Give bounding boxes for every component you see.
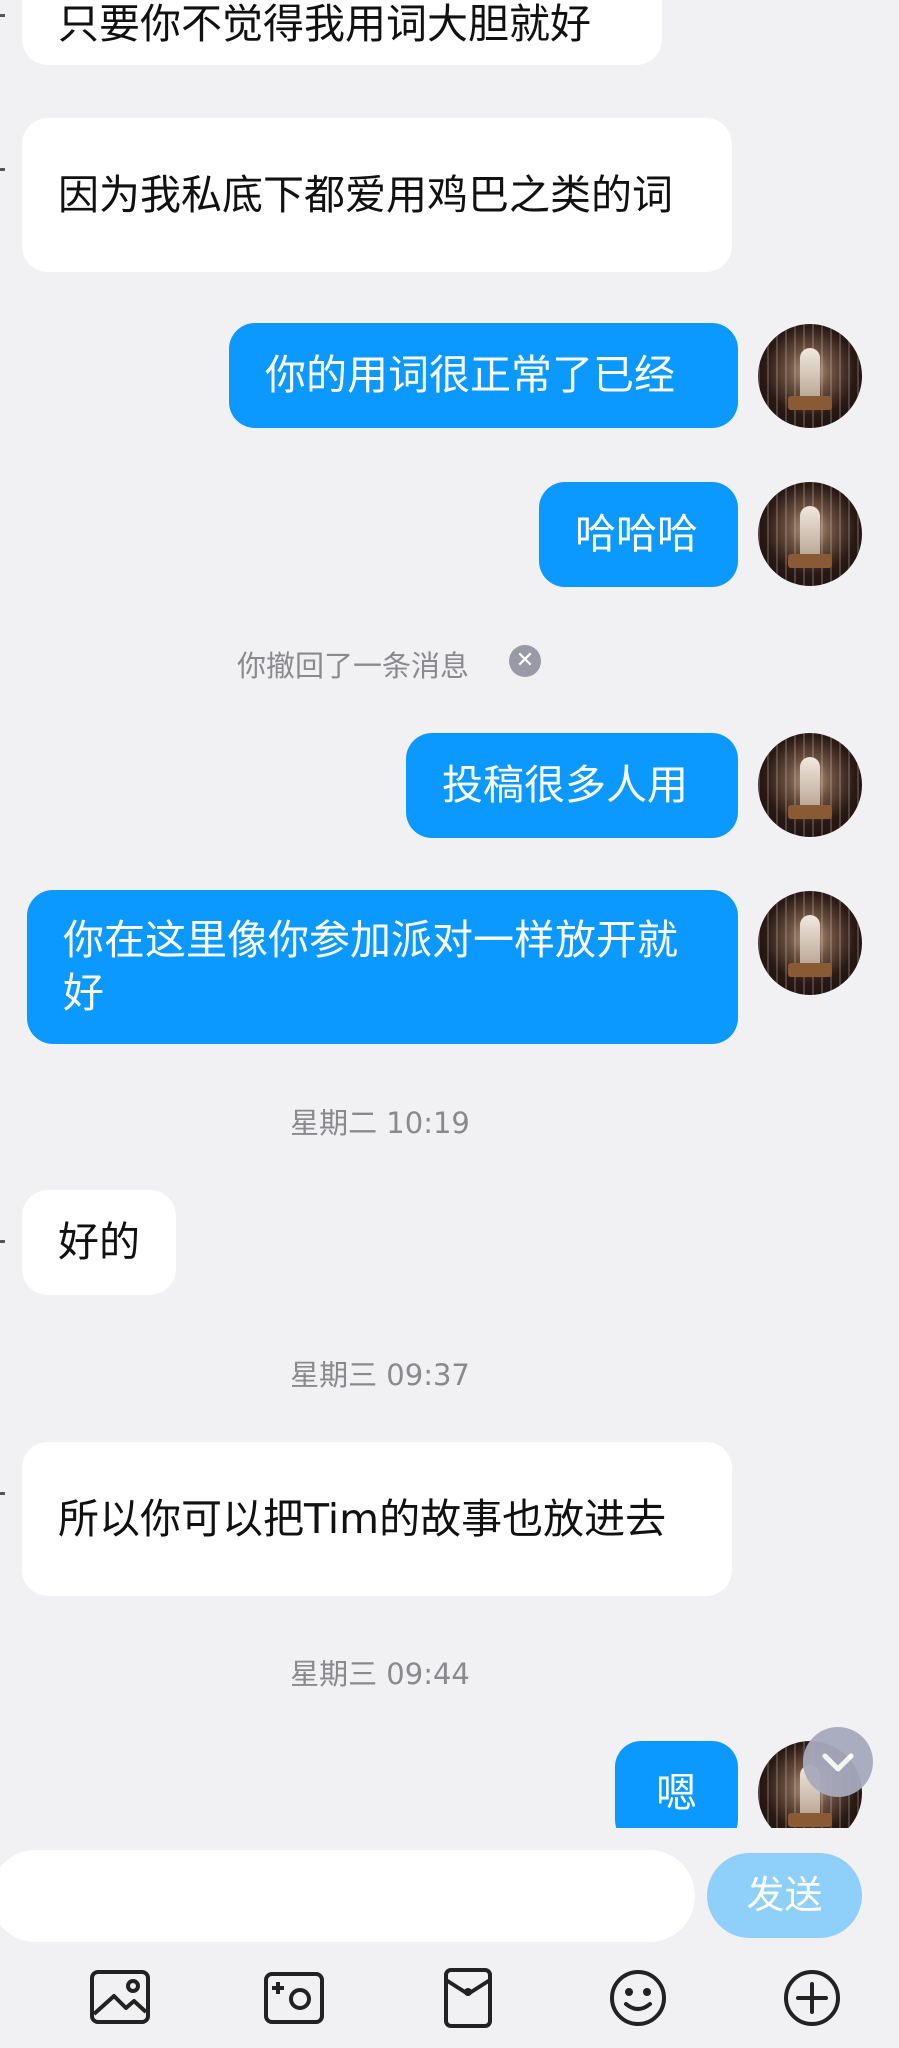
message-text: 所以你可以把Tim的故事也放进去	[58, 1494, 667, 1543]
timestamp: 星期二 10:19	[290, 1106, 470, 1140]
avatar[interactable]	[758, 482, 862, 586]
message-text: 哈哈哈	[575, 510, 698, 558]
close-icon[interactable]: ✕	[509, 645, 541, 677]
camera-icon[interactable]	[262, 1968, 326, 2028]
send-button[interactable]: 发送	[707, 1853, 862, 1938]
image-icon[interactable]	[88, 1968, 152, 2028]
message-bubble-outgoing[interactable]: 哈哈哈	[539, 482, 738, 587]
message-bubble-outgoing[interactable]: 你的用词很正常了已经	[229, 323, 738, 428]
message-bubble-incoming[interactable]: 只要你不觉得我用词大胆就好	[22, 0, 662, 65]
chevron-down-icon	[822, 1753, 854, 1772]
plus-icon[interactable]	[780, 1968, 844, 2028]
message-bubble-outgoing[interactable]: 投稿很多人用	[406, 733, 738, 838]
scroll-to-bottom-button[interactable]	[803, 1727, 873, 1797]
message-text: 你在这里像你参加派对一样放开就好	[63, 916, 678, 1017]
unread-marker	[0, 1240, 5, 1243]
message-bubble-outgoing[interactable]: 嗯	[615, 1741, 738, 1828]
message-text: 好的	[58, 1218, 140, 1266]
message-input[interactable]	[0, 1850, 695, 1942]
message-bubble-incoming[interactable]: 好的	[22, 1190, 176, 1295]
message-text: 因为我私底下都爱用鸡巴之类的词	[58, 170, 673, 219]
message-text: 你的用词很正常了已经	[265, 351, 675, 399]
recall-notice: 你撤回了一条消息	[237, 643, 469, 685]
message-bubble-outgoing[interactable]: 你在这里像你参加派对一样放开就好	[27, 890, 738, 1044]
message-text: 嗯	[656, 1769, 697, 1817]
avatar[interactable]	[758, 324, 862, 428]
message-text: 只要你不觉得我用词大胆就好	[58, 0, 591, 48]
red-packet-icon[interactable]	[436, 1968, 500, 2028]
message-bubble-incoming[interactable]: 因为我私底下都爱用鸡巴之类的词	[22, 118, 732, 272]
message-text: 投稿很多人用	[442, 761, 688, 809]
message-bubble-incoming[interactable]: 所以你可以把Tim的故事也放进去	[22, 1442, 732, 1596]
chat-message-list[interactable]: 只要你不觉得我用词大胆就好 因为我私底下都爱用鸡巴之类的词 你的用词很正常了已经…	[0, 0, 899, 1828]
avatar[interactable]	[758, 891, 862, 995]
timestamp: 星期三 09:44	[290, 1657, 470, 1691]
avatar[interactable]	[758, 733, 862, 837]
timestamp: 星期三 09:37	[290, 1358, 470, 1392]
unread-marker	[0, 1492, 5, 1495]
emoji-icon[interactable]	[606, 1968, 670, 2028]
composer: 发送	[0, 1828, 899, 1948]
bottom-toolbar	[0, 1948, 899, 2048]
unread-marker	[0, 168, 5, 171]
unread-marker	[0, 14, 5, 17]
recall-notice-text: 你撤回了一条消息	[237, 649, 470, 683]
